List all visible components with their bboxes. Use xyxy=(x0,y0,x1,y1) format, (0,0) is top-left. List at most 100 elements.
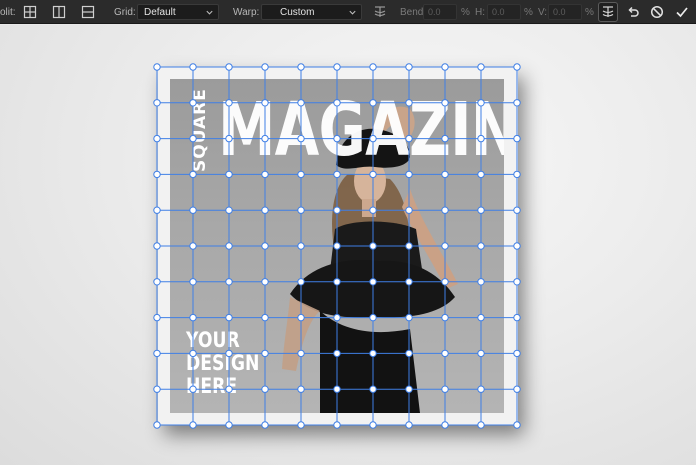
warp-handle[interactable] xyxy=(333,421,341,429)
warp-handle[interactable] xyxy=(369,99,377,107)
warp-handle[interactable] xyxy=(297,63,305,71)
warp-handle[interactable] xyxy=(477,170,485,179)
warp-handle[interactable] xyxy=(477,313,485,322)
warp-handle[interactable] xyxy=(261,134,269,143)
warp-handle[interactable] xyxy=(513,242,521,250)
warp-handle[interactable] xyxy=(153,206,161,214)
split-cross-icon[interactable] xyxy=(21,3,39,21)
h-field[interactable]: 0.0 xyxy=(487,4,521,20)
warp-handle[interactable] xyxy=(297,278,305,286)
warp-handle[interactable] xyxy=(153,170,161,179)
warp-handle[interactable] xyxy=(477,134,485,143)
warp-handle[interactable] xyxy=(153,278,161,286)
warp-handle[interactable] xyxy=(189,99,197,107)
warp-handle[interactable] xyxy=(333,385,341,393)
checkmark-icon[interactable] xyxy=(673,3,691,21)
undo-icon[interactable] xyxy=(624,3,642,21)
warp-handle[interactable] xyxy=(297,99,305,107)
warp-handle[interactable] xyxy=(261,313,269,322)
warp-handle[interactable] xyxy=(261,278,269,286)
warp-handle[interactable] xyxy=(405,242,413,250)
warp-handle[interactable] xyxy=(477,349,485,358)
warp-handle[interactable] xyxy=(189,421,197,429)
warp-handle[interactable] xyxy=(189,278,197,286)
warp-handle[interactable] xyxy=(225,385,233,393)
warp-handle[interactable] xyxy=(477,99,485,107)
warp-handle[interactable] xyxy=(477,206,485,214)
warp-handle[interactable] xyxy=(477,242,485,250)
warp-handle[interactable] xyxy=(297,134,305,143)
warp-handle[interactable] xyxy=(441,63,449,71)
warp-handle[interactable] xyxy=(225,63,233,71)
warp-handle[interactable] xyxy=(513,170,521,179)
warp-handle[interactable] xyxy=(513,278,521,286)
warp-handle[interactable] xyxy=(513,349,521,358)
warp-handle[interactable] xyxy=(333,313,341,322)
warp-handle[interactable] xyxy=(369,242,377,250)
warp-handle[interactable] xyxy=(369,134,377,143)
warp-handle[interactable] xyxy=(513,313,521,322)
warp-handle[interactable] xyxy=(477,278,485,286)
warp-handle[interactable] xyxy=(189,206,197,214)
warp-handle[interactable] xyxy=(441,242,449,250)
warp-handle[interactable] xyxy=(297,349,305,358)
warp-handle[interactable] xyxy=(153,385,161,393)
warp-handle[interactable] xyxy=(153,313,161,322)
warp-handle[interactable] xyxy=(405,313,413,322)
warp-handle[interactable] xyxy=(513,63,521,71)
warp-handle[interactable] xyxy=(513,206,521,214)
cancel-icon[interactable] xyxy=(648,3,666,21)
warp-handle[interactable] xyxy=(153,421,161,429)
warp-handle[interactable] xyxy=(405,134,413,143)
warp-handle[interactable] xyxy=(153,134,161,143)
split-horizontal-icon[interactable] xyxy=(79,3,97,21)
warp-handle[interactable] xyxy=(225,349,233,358)
warp-handle[interactable] xyxy=(441,313,449,322)
warp-handle[interactable] xyxy=(225,278,233,286)
warp-handle[interactable] xyxy=(297,242,305,250)
warp-handle[interactable] xyxy=(261,63,269,71)
warp-handle[interactable] xyxy=(405,206,413,214)
warp-handle[interactable] xyxy=(225,134,233,143)
warp-handle[interactable] xyxy=(513,99,521,107)
warp-handle[interactable] xyxy=(441,134,449,143)
warp-handle[interactable] xyxy=(441,206,449,214)
warp-handle[interactable] xyxy=(405,278,413,286)
warp-handle[interactable] xyxy=(225,99,233,107)
warp-handle[interactable] xyxy=(369,206,377,214)
warp-handle[interactable] xyxy=(333,349,341,358)
warp-handle[interactable] xyxy=(225,170,233,179)
warp-handle[interactable] xyxy=(225,313,233,322)
warp-handle[interactable] xyxy=(477,63,485,71)
warp-handle[interactable] xyxy=(369,385,377,393)
warp-handle[interactable] xyxy=(513,421,521,429)
warp-handle[interactable] xyxy=(297,421,305,429)
warp-handle[interactable] xyxy=(441,170,449,179)
v-field[interactable]: 0.0 xyxy=(548,4,582,20)
warp-handle[interactable] xyxy=(297,385,305,393)
warp-handle[interactable] xyxy=(333,206,341,214)
warp-handle[interactable] xyxy=(333,134,341,143)
warp-grid[interactable] xyxy=(0,25,696,465)
warp-handle[interactable] xyxy=(441,99,449,107)
warp-handle[interactable] xyxy=(153,349,161,358)
warp-handle[interactable] xyxy=(225,421,233,429)
warp-handle[interactable] xyxy=(189,134,197,143)
warp-handle[interactable] xyxy=(189,349,197,358)
warp-handle[interactable] xyxy=(333,63,341,71)
warp-handle[interactable] xyxy=(513,134,521,143)
warp-handle[interactable] xyxy=(189,385,197,393)
warp-handle[interactable] xyxy=(333,278,341,286)
warp-handle[interactable] xyxy=(153,63,161,71)
warp-handle[interactable] xyxy=(405,63,413,71)
warp-handle[interactable] xyxy=(297,313,305,322)
warp-dropdown[interactable]: Custom xyxy=(261,4,362,20)
warp-handle[interactable] xyxy=(261,170,269,179)
warp-handle[interactable] xyxy=(261,421,269,429)
warp-handle[interactable] xyxy=(405,421,413,429)
warp-handle[interactable] xyxy=(441,385,449,393)
warp-handle[interactable] xyxy=(261,385,269,393)
warp-selection-icon[interactable] xyxy=(598,2,618,22)
warp-handle[interactable] xyxy=(405,385,413,393)
grid-dropdown[interactable]: Default xyxy=(137,4,219,20)
